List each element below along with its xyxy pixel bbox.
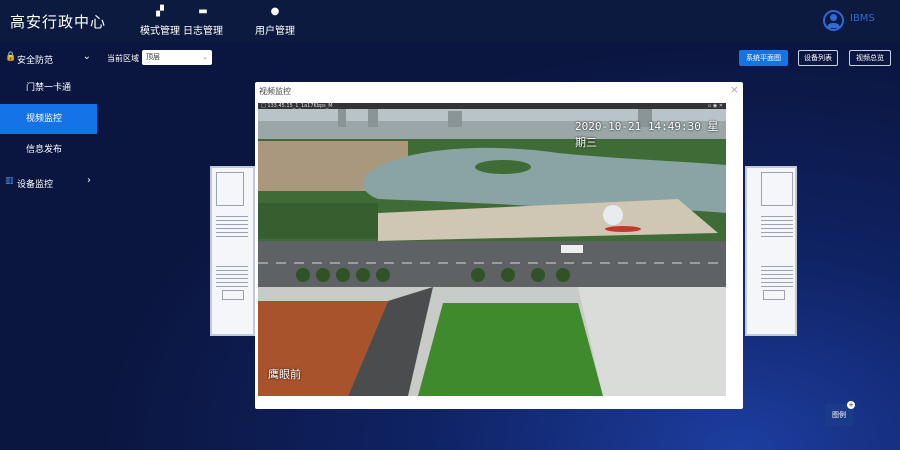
plan-stair — [216, 216, 248, 240]
video-feed[interactable]: □ 133.45.15_1_1a17Kbps_M ▫ ◉ ✕ 2020-10-2… — [258, 103, 726, 396]
chevron-down-icon: ⌄ — [202, 53, 208, 61]
toolbar: 当前区域 顶层 ⌄ 系统平面图 设备列表 视频总览 — [97, 42, 900, 74]
plan-stair — [761, 266, 793, 290]
video-overview-button[interactable]: 视频总览 — [849, 50, 891, 66]
video-stream-label: □ 133.45.15_1_1a17Kbps_M — [261, 103, 333, 109]
video-timestamp: 2020-10-21 14:49:30 星期三 — [575, 120, 719, 149]
sidebar-item-access-card[interactable]: 门禁一卡通 — [0, 73, 97, 103]
video-monitor-modal: 视频监控 × □ 133.45.15_1_1a17Kbps_M ▫ ◉ ✕ 20… — [255, 82, 743, 409]
plan-room — [216, 172, 244, 206]
top-header: 高安行政中心 ▞ 模式管理 ▬ 日志管理 ● 用户管理 IBMS — [0, 0, 900, 42]
plan-room — [222, 290, 244, 300]
close-icon[interactable]: × — [730, 83, 739, 96]
video-status-bar: □ 133.45.15_1_1a17Kbps_M ▫ ◉ ✕ — [258, 103, 726, 109]
plan-stair — [761, 216, 793, 240]
user-name[interactable]: IBMS — [850, 13, 875, 24]
sidebar-group-security[interactable]: 🔒 安全防范 ⌄ — [0, 44, 97, 72]
sidebar-item-info-publish[interactable]: 信息发布 — [0, 135, 97, 165]
chart-icon: ▥ — [5, 176, 14, 186]
sidebar-group-label: 安全防范 — [17, 56, 54, 66]
sidebar-group-label: 设备监控 — [17, 180, 54, 190]
floor-plan-button[interactable]: 系统平面图 — [739, 50, 788, 66]
sidebar: 🔒 安全防范 ⌄ 门禁一卡通 视频监控 信息发布 ▥ 设备监控 › — [0, 42, 97, 450]
nav-label: 日志管理 — [183, 26, 223, 37]
sidebar-item-label: 信息发布 — [26, 145, 63, 155]
user-avatar-icon[interactable] — [823, 10, 844, 31]
region-select-value: 顶层 — [146, 53, 160, 61]
video-location-label: 鹰眼前 — [268, 368, 301, 381]
sidebar-group-device-monitor[interactable]: ▥ 设备监控 › — [0, 168, 97, 196]
nav-log-management[interactable]: ▬ 日志管理 — [168, 6, 238, 37]
floor-plan-right[interactable] — [745, 166, 797, 336]
chevron-right-icon: › — [87, 175, 91, 186]
user-manage-icon: ● — [270, 6, 280, 17]
app-title: 高安行政中心 — [10, 13, 107, 31]
video-controls-icon[interactable]: ▫ ◉ ✕ — [708, 103, 723, 109]
chevron-down-icon: ⌄ — [82, 51, 91, 62]
device-list-button[interactable]: 设备列表 — [798, 50, 838, 66]
floor-plan-left[interactable] — [210, 166, 255, 336]
sidebar-item-video-monitor[interactable]: 视频监控 — [0, 104, 97, 134]
log-icon: ▬ — [198, 6, 208, 17]
region-label: 当前区域 — [107, 54, 139, 63]
region-select[interactable]: 顶层 ⌄ — [142, 50, 212, 65]
sidebar-item-label: 视频监控 — [26, 114, 63, 124]
plan-room — [763, 290, 785, 300]
nav-user-management[interactable]: ● 用户管理 — [240, 6, 310, 37]
plus-icon[interactable]: + — [847, 401, 855, 409]
lock-icon: 🔒 — [5, 52, 17, 62]
plan-room — [761, 172, 793, 206]
modal-title: 视频监控 — [259, 87, 291, 96]
nav-label: 用户管理 — [255, 26, 295, 37]
plan-stair — [216, 266, 248, 290]
sidebar-item-label: 门禁一卡通 — [26, 83, 72, 93]
